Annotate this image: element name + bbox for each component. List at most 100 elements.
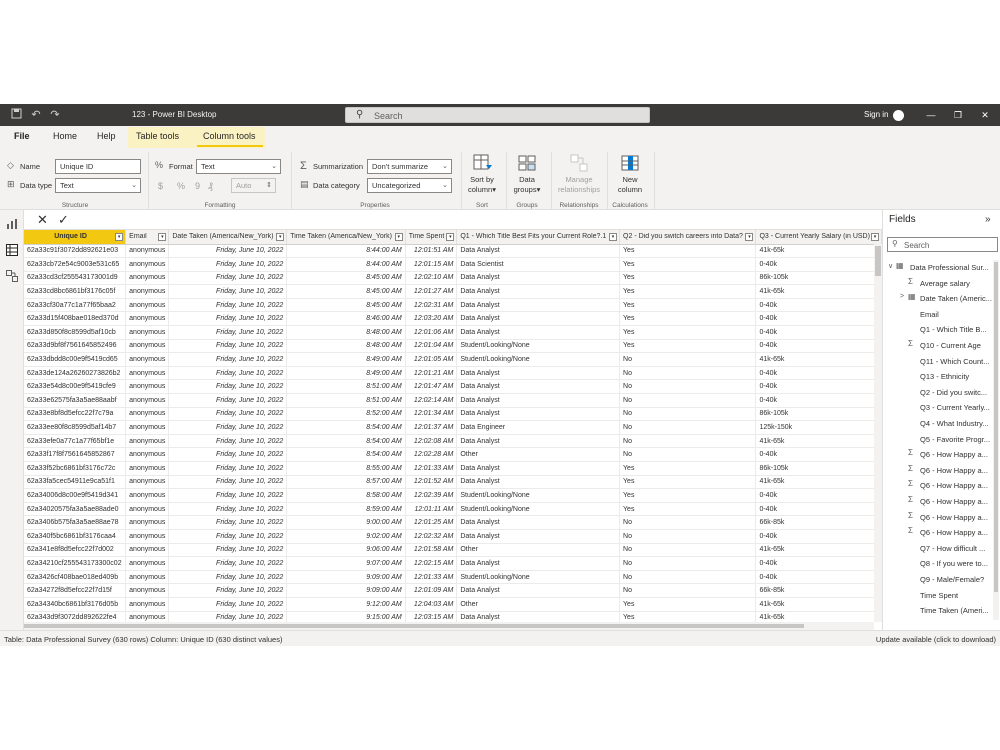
table-row[interactable]: 62a33ee80f8c8599d5af14b7 anonymous Friday,… bbox=[24, 420, 882, 435]
chevron-down-icon[interactable]: ∨ bbox=[888, 262, 893, 270]
column-filter-icon[interactable]: ▾ bbox=[871, 233, 879, 241]
column-header[interactable]: Email ▾ bbox=[125, 230, 170, 245]
table-row[interactable]: 62a34272f8d5efcc22f7d15f anonymous Friday,… bbox=[24, 583, 882, 598]
column-filter-icon[interactable]: ▾ bbox=[446, 233, 455, 241]
table-row[interactable]: 62a34006d8c00e9f5419d341 anonymous Friday,… bbox=[24, 488, 882, 503]
column-filter-icon[interactable]: ▾ bbox=[609, 233, 618, 241]
table-row[interactable]: 62a34340bc6861bf3176d05b anonymous Friday,… bbox=[24, 597, 882, 612]
table-row[interactable]: 62a33e62575fa3a5ae88aabf anonymous Friday,… bbox=[24, 393, 882, 408]
field-item[interactable]: Σ Q6 - How Happy a... bbox=[883, 463, 997, 477]
field-item[interactable]: Σ Q6 - How Happy a... bbox=[883, 525, 997, 539]
field-item[interactable]: Time Taken (Ameri... bbox=[883, 603, 997, 617]
table-row[interactable]: 62a33cf30a77c1a77f65baa2 anonymous Friday,… bbox=[24, 298, 882, 313]
table-row[interactable]: 62a33e8bf8d5efcc22f7c79a anonymous Friday,… bbox=[24, 407, 882, 422]
scroll-thumb[interactable] bbox=[994, 262, 998, 592]
scroll-thumb[interactable] bbox=[875, 246, 881, 276]
table-row[interactable]: 62a33d850f8c8599d5af10cb anonymous Friday,… bbox=[24, 325, 882, 340]
update-available-link[interactable]: Update available (click to download) bbox=[876, 635, 996, 644]
data-category-select[interactable]: Uncategorized ⌄ bbox=[367, 178, 452, 193]
collapse-pane-icon[interactable]: » bbox=[985, 214, 991, 225]
tab-table-tools[interactable]: Table tools bbox=[136, 131, 179, 141]
column-header[interactable]: Q3 - Current Yearly Salary (in USD) ▾ bbox=[755, 230, 882, 245]
column-filter-icon[interactable]: ▾ bbox=[115, 233, 124, 241]
table-row[interactable]: 62a3426cf408bae018ed409b anonymous Friday,… bbox=[24, 570, 882, 585]
table-row[interactable]: 62a33f52bc6861bf3176c72c anonymous Friday,… bbox=[24, 461, 882, 476]
table-row[interactable]: 62a33cb72e54c9003e531c65 anonymous Friday,… bbox=[24, 257, 882, 272]
field-item[interactable]: Time Spent bbox=[883, 588, 997, 602]
data-view-icon[interactable] bbox=[6, 244, 18, 256]
column-filter-icon[interactable]: ▾ bbox=[745, 233, 754, 241]
save-icon[interactable] bbox=[9, 108, 23, 122]
field-item[interactable]: Q7 - How difficult ... bbox=[883, 541, 997, 555]
horizontal-scrollbar[interactable] bbox=[24, 622, 874, 630]
field-item[interactable]: Q3 - Current Yearly... bbox=[883, 400, 997, 414]
sort-by-column-button[interactable]: Sort by column▾ bbox=[462, 153, 502, 195]
field-item[interactable]: Q4 - What Industry... bbox=[883, 416, 997, 430]
tab-help[interactable]: Help bbox=[97, 131, 116, 141]
close-icon[interactable]: ✕ bbox=[978, 109, 992, 121]
field-item[interactable]: Q9 - Male/Female? bbox=[883, 572, 997, 586]
restore-icon[interactable]: ❐ bbox=[951, 109, 965, 121]
tab-column-tools[interactable]: Column tools bbox=[203, 131, 256, 141]
fields-scrollbar[interactable] bbox=[993, 260, 999, 620]
table-row[interactable]: 62a33cd3cf255543173001d9 anonymous Friday,… bbox=[24, 271, 882, 286]
table-row[interactable]: 62a34020575fa3a5ae88ade0 anonymous Friday,… bbox=[24, 502, 882, 517]
new-column-button[interactable]: New column bbox=[610, 153, 650, 195]
table-row[interactable]: 62a341e8f8d5efcc22f7d002 anonymous Friday,… bbox=[24, 543, 882, 558]
tab-home[interactable]: Home bbox=[53, 131, 77, 141]
table-row[interactable]: 62a33d9bf8f7561645852496 anonymous Friday,… bbox=[24, 339, 882, 354]
tab-file[interactable]: File bbox=[14, 131, 30, 141]
field-item[interactable]: Σ Q6 - How Happy a... bbox=[883, 494, 997, 508]
table-row[interactable]: 62a33cd8bc6861bf3176c05f anonymous Friday,… bbox=[24, 284, 882, 299]
table-row[interactable]: 62a340f5bc6861bf3176caa4 anonymous Friday,… bbox=[24, 529, 882, 544]
sign-in-link[interactable]: Sign in bbox=[864, 110, 888, 119]
table-row[interactable]: 62a343d9f3072dd892622fe4 anonymous Friday,… bbox=[24, 611, 882, 622]
table-row[interactable]: 62a33c91f3072dd892621e03 anonymous Friday,… bbox=[24, 244, 882, 259]
summarization-select[interactable]: Don't summarize ⌄ bbox=[367, 159, 452, 174]
redo-icon[interactable]: ↷ bbox=[48, 108, 62, 122]
field-item[interactable]: Q1 - Which Title B... bbox=[883, 322, 997, 336]
field-item[interactable]: Σ Q6 - How Happy a... bbox=[883, 510, 997, 524]
table-row[interactable]: 62a33f17f8f7561645852867 anonymous Friday,… bbox=[24, 447, 882, 462]
column-filter-icon[interactable]: ▾ bbox=[276, 233, 285, 241]
data-groups-button[interactable]: Data groups▾ bbox=[507, 153, 547, 195]
column-filter-icon[interactable]: ▾ bbox=[158, 233, 167, 241]
vertical-scrollbar[interactable] bbox=[874, 244, 882, 622]
table-row[interactable]: 62a33d15f408bae018ed370d anonymous Friday,… bbox=[24, 311, 882, 327]
report-view-icon[interactable] bbox=[6, 218, 18, 230]
table-row[interactable]: 62a33efe0a77c1a77f65bf1e anonymous Friday,… bbox=[24, 434, 882, 449]
table-row[interactable]: 62a3406b575fa3a5ae88ae78 anonymous Friday,… bbox=[24, 515, 882, 530]
scroll-thumb[interactable] bbox=[24, 624, 804, 628]
search-box[interactable]: ⚲ Search bbox=[345, 107, 650, 123]
field-item[interactable]: Q13 - Ethnicity bbox=[883, 369, 997, 383]
fields-search-input[interactable]: ⚲ Search bbox=[887, 237, 998, 252]
cancel-formula-icon[interactable]: ✕ bbox=[37, 212, 48, 228]
field-item[interactable]: Q11 - Which Count... bbox=[883, 354, 997, 368]
name-input[interactable]: Unique ID bbox=[55, 159, 141, 174]
field-item[interactable]: Σ Q6 - How Happy a... bbox=[883, 478, 997, 492]
table-row[interactable]: 62a33fa5cec54911e9ca51f1 anonymous Friday,… bbox=[24, 475, 882, 490]
field-item[interactable]: > ▦ Date Taken (Americ... bbox=[883, 291, 997, 305]
field-item[interactable]: Q2 - Did you switc... bbox=[883, 385, 997, 399]
data-type-select[interactable]: Text ⌄ bbox=[55, 178, 141, 193]
table-row[interactable]: 62a34210cf255543173300c02 anonymous Friday… bbox=[24, 556, 882, 571]
field-item[interactable]: Σ Q10 - Current Age bbox=[883, 338, 997, 352]
table-row[interactable]: 62a33de124a26260273826b2 anonymous Friday,… bbox=[24, 366, 882, 381]
undo-icon[interactable]: ↶ bbox=[29, 108, 43, 122]
field-item[interactable]: Email bbox=[883, 307, 997, 321]
field-item[interactable]: Q5 - Favorite Progr... bbox=[883, 432, 997, 446]
model-view-icon[interactable] bbox=[6, 270, 18, 282]
column-header[interactable]: Q2 - Did you switch careers into Data? ▾ bbox=[619, 230, 757, 245]
account-toggle[interactable] bbox=[893, 110, 904, 121]
chevron-right-icon[interactable]: > bbox=[900, 293, 904, 300]
field-item[interactable]: Σ Average salary bbox=[883, 276, 997, 290]
table-row[interactable]: 62a33dbdd8c00e9f5419cd65 anonymous Friday,… bbox=[24, 352, 882, 367]
minimize-icon[interactable]: — bbox=[924, 109, 938, 121]
field-item[interactable]: Σ Q6 - How Happy a... bbox=[883, 447, 997, 461]
column-filter-icon[interactable]: ▾ bbox=[394, 233, 403, 241]
field-item[interactable]: Q8 - If you were to... bbox=[883, 556, 997, 570]
column-header[interactable]: Q1 - Which Title Best Fits your Current … bbox=[456, 230, 621, 245]
commit-formula-icon[interactable]: ✓ bbox=[58, 212, 69, 228]
table-row[interactable]: 62a33e54d8c00e9f5419cfe9 anonymous Friday,… bbox=[24, 379, 882, 395]
column-header[interactable]: Unique ID ▾ bbox=[24, 230, 127, 245]
